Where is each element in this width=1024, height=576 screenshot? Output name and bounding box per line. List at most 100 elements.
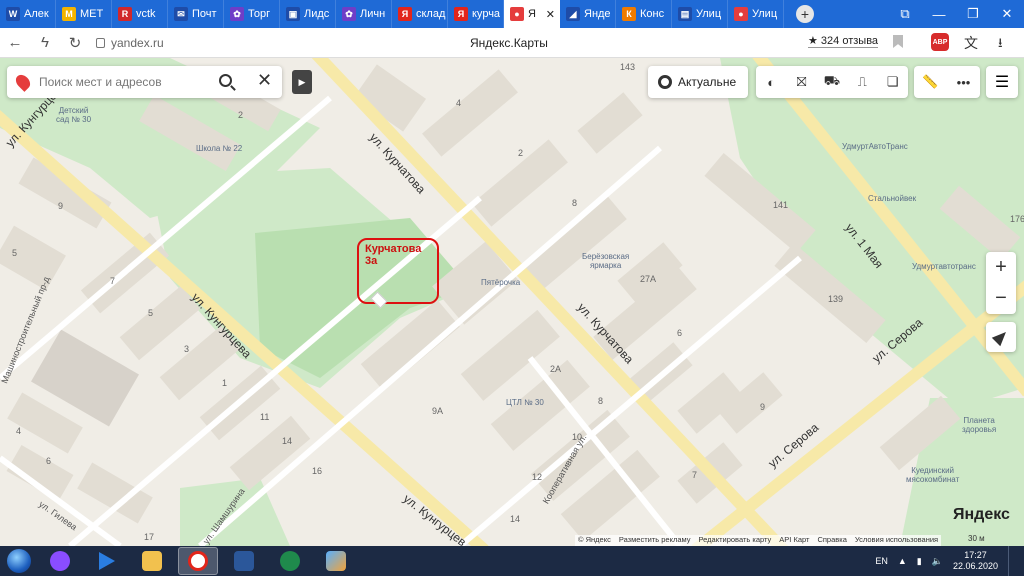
language-indicator[interactable]: EN <box>875 556 888 566</box>
house-number: 1 <box>222 378 228 388</box>
clock[interactable]: 17:27 22.06.2020 <box>953 550 998 572</box>
house-number: 2 <box>238 110 244 120</box>
search-icon[interactable] <box>219 74 232 87</box>
poi-beryozovskaya[interactable]: Берёзовская ярмарка <box>582 252 629 270</box>
maximize-button[interactable]: ❐ <box>956 6 990 22</box>
reviews-link[interactable]: ★ 324 отзыва <box>808 34 879 48</box>
browser-tab[interactable]: Якурча <box>448 0 504 28</box>
actual-label: Актуальне <box>678 75 737 89</box>
protect-icon[interactable]: ϟ <box>30 34 60 51</box>
scale-bar: 30 м <box>968 534 985 543</box>
menu-icon[interactable]: ☰ <box>986 66 1018 98</box>
bus-icon[interactable]: ⎍ <box>854 74 870 90</box>
bookmark-icon[interactable] <box>893 35 903 48</box>
taskbar-media[interactable] <box>86 547 126 575</box>
address-bar: ← ϟ ↻ yandex.ru Яндекс.Карты ★ 324 отзыв… <box>0 28 1024 58</box>
footer-link[interactable]: API Карт <box>779 535 809 546</box>
browser-tab[interactable]: ✿ Личн <box>336 0 392 28</box>
browser-tab[interactable]: ● Улиц <box>728 0 784 28</box>
copyright: © Яндекс <box>578 535 611 544</box>
translate-icon[interactable]: 文 <box>964 33 978 53</box>
poi-udmurtautotrans2[interactable]: Удмуртавтотранс <box>912 262 976 271</box>
poi-udmurtavtotrans[interactable]: УдмуртАвтоТранс <box>842 142 908 151</box>
tab-favicon-icon: ✿ <box>230 7 244 21</box>
house-number: 11 <box>260 412 270 422</box>
tab-favicon-icon: ✉ <box>174 7 188 21</box>
alice-icon <box>50 551 70 571</box>
browser-tab[interactable]: ✿ Торг <box>224 0 280 28</box>
poi-pyaterochka[interactable]: Пятёрочка <box>481 278 520 287</box>
poi-kuedinsky[interactable]: Куединский мясокомбинат <box>906 466 959 484</box>
map-canvas[interactable] <box>0 58 1024 546</box>
poi-stalnoy[interactable]: Стальнойвек <box>868 194 916 203</box>
layers-icon[interactable]: ❏ <box>885 74 901 90</box>
tray-arrow-icon[interactable]: ▲ <box>898 556 907 566</box>
browser-tab[interactable]: ✉ Почт <box>168 0 224 28</box>
tab-label: склад <box>416 8 446 20</box>
browser-tab[interactable]: W Алек <box>0 0 56 28</box>
browser-tab[interactable]: К Конс <box>616 0 672 28</box>
zoom-out-button[interactable]: − <box>986 283 1016 314</box>
taskbar: EN ▲ ▮ 🔈 17:27 22.06.2020 <box>0 546 1024 576</box>
volume-icon[interactable]: 🔈 <box>932 556 943 567</box>
more-icon[interactable]: ••• <box>956 74 972 90</box>
ruler-icon[interactable]: 📏 <box>922 74 938 90</box>
taskbar-alice[interactable] <box>40 547 80 575</box>
taskbar-yandex-browser[interactable] <box>178 547 218 575</box>
poi-kindergarten[interactable]: Детский сад № 30 <box>56 106 91 124</box>
start-button[interactable] <box>4 546 34 576</box>
footer-link[interactable]: Разместить рекламу <box>619 535 691 546</box>
download-icon[interactable]: ⭳ <box>998 34 1003 56</box>
house-number: 12 <box>532 472 543 482</box>
reload-button[interactable]: ↻ <box>60 34 90 52</box>
tab-list-icon[interactable]: ⧉ <box>888 6 922 22</box>
lock-icon <box>96 37 105 48</box>
house-number: 9 <box>58 201 64 211</box>
browser-tab[interactable]: Rvctk <box>112 0 168 28</box>
poi-cts[interactable]: ЦТЛ № 30 <box>506 398 544 407</box>
house-number: 2А <box>550 364 562 374</box>
map-view[interactable]: ул. Кунгурцева ул. Курчатова ул. Кунгурц… <box>0 58 1024 546</box>
browser-tab[interactable]: ● Я ✕ <box>504 0 560 28</box>
house-number: 27А <box>640 274 657 284</box>
tab-label: Конс <box>640 8 665 20</box>
minimize-button[interactable]: — <box>922 7 956 22</box>
browser-tab[interactable]: ▤ Улиц <box>672 0 728 28</box>
taskbar-word[interactable] <box>224 547 264 575</box>
house-number: 6 <box>46 456 52 466</box>
back-button[interactable]: ← <box>0 34 30 51</box>
zoom-in-button[interactable]: + <box>986 252 1016 283</box>
browser-tab[interactable]: ◢ Янде <box>560 0 616 28</box>
house-number: 7 <box>110 276 116 286</box>
car-icon[interactable]: ⛟ <box>824 73 840 90</box>
url-field[interactable]: yandex.ru <box>96 36 164 50</box>
house-number: 2 <box>518 148 524 158</box>
tab-close-icon[interactable]: ✕ <box>546 8 555 21</box>
panorama-icon[interactable]: ⛝ <box>794 74 810 90</box>
footer-link[interactable]: Редактировать карту <box>699 535 772 546</box>
poi-planeta[interactable]: Планета здоровья <box>962 416 996 434</box>
browser-tab[interactable]: ▣ Лидс <box>280 0 336 28</box>
footer-link[interactable]: Справка <box>817 535 846 546</box>
taskbar-explorer[interactable] <box>132 547 172 575</box>
traffic-icon[interactable]: ◐ <box>763 74 779 90</box>
taskbar-app[interactable] <box>270 547 310 575</box>
browser-tab[interactable]: Ясклад <box>392 0 448 28</box>
tab-label: МЕТ <box>80 8 104 20</box>
collapse-panel-button[interactable]: ▶ <box>292 70 312 94</box>
close-window-button[interactable]: ✕ <box>990 6 1024 22</box>
footer-link[interactable]: Условия использования <box>855 535 938 546</box>
locate-button[interactable] <box>986 322 1016 352</box>
show-desktop-button[interactable] <box>1008 546 1016 576</box>
adblock-icon[interactable]: ABP <box>931 33 949 51</box>
actual-button[interactable]: Актуальне <box>648 66 748 98</box>
close-icon[interactable]: ✕ <box>257 70 272 91</box>
new-tab-button[interactable]: + <box>796 5 814 23</box>
house-number: 16 <box>312 466 323 476</box>
taskbar-paint[interactable] <box>316 547 356 575</box>
network-icon[interactable]: ▮ <box>917 556 922 567</box>
browser-tab[interactable]: M МЕТ <box>56 0 112 28</box>
house-number: 139 <box>828 294 844 304</box>
search-input[interactable] <box>39 75 209 89</box>
poi-school[interactable]: Школа № 22 <box>196 144 242 153</box>
